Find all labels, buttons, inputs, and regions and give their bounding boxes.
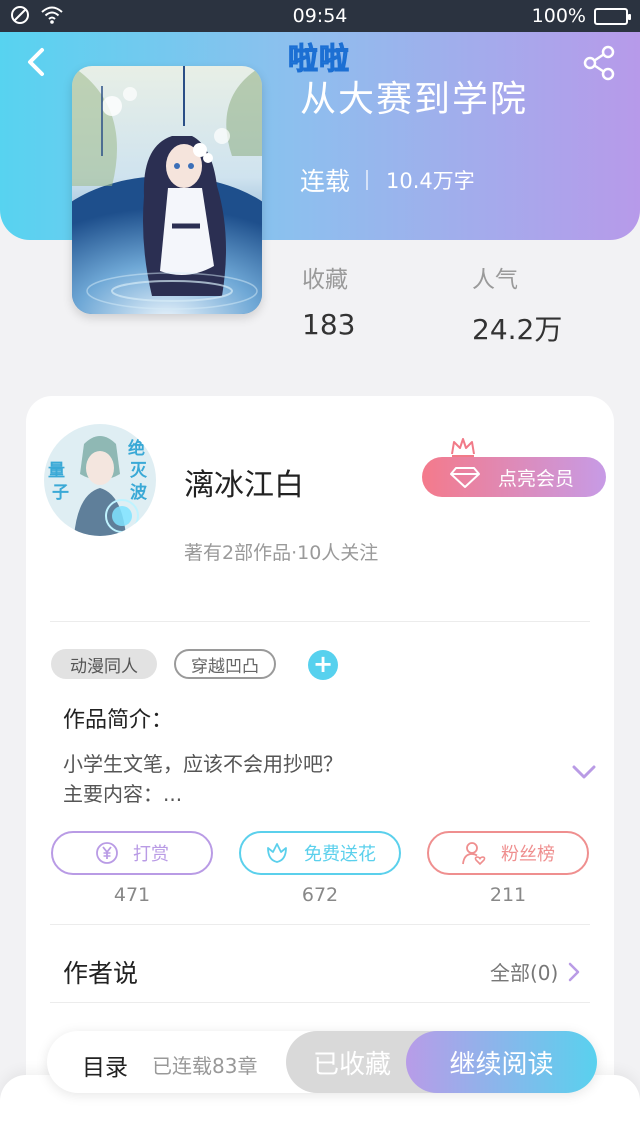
vip-label: 点亮会员 [498,467,575,490]
divider [50,621,590,622]
stat-popularity: 人气 24.2万 [472,260,562,348]
avatar-glyph: 灭 [129,461,148,481]
avatar-illustration: 绝 灭 波 量 子 [44,424,156,536]
see-all-label: 全部(0) [490,961,559,985]
meta-divider [366,170,369,190]
stat-favorites: 收藏 183 [302,260,355,341]
author-say-title: 作者说 [63,959,139,988]
favorited-label: 已收藏 [312,1049,391,1080]
chevron-down-icon[interactable] [572,764,596,780]
book-title: 从大赛到学院 [300,79,529,120]
reward-label: 打赏 [133,844,169,865]
reward-button[interactable]: 打赏 [51,831,213,875]
stat-label: 收藏 [302,267,348,293]
author-avatar[interactable]: 绝 灭 波 量 子 [44,424,156,536]
chevron-right-icon [569,962,580,981]
fan-ranking-button[interactable]: 粉丝榜 [427,831,589,875]
intro-title: 作品简介： [63,708,174,733]
author-name[interactable]: 漓冰江白 [184,460,304,504]
vip-button[interactable]: 点亮会员 [422,457,606,497]
add-tag-icon[interactable]: + [308,650,338,680]
intro-line: 主要内容：... [63,782,183,806]
divider [50,1002,590,1003]
stat-value: 183 [302,308,356,341]
divider [50,924,590,925]
serial-status: 连载 [300,167,351,196]
word-count: 10.4万字 [386,169,475,193]
avatar-glyph: 量 [48,460,65,481]
reward-count: 471 [113,884,151,906]
tag-item[interactable]: 穿越凹凸 [174,649,276,679]
book-cover[interactable] [72,66,262,314]
diamond-icon [450,467,480,488]
cover-illustration [72,66,262,314]
battery-percent: 100% [531,5,586,27]
share-icon[interactable] [582,44,616,82]
back-icon[interactable] [20,42,52,82]
stat-label: 人气 [472,267,518,293]
avatar-glyph: 波 [130,482,148,503]
crown-icon [451,438,475,457]
flower-icon [267,843,287,863]
fan-count: 211 [489,884,527,906]
fan-ranking-label: 粉丝榜 [501,844,555,865]
intro-line: 小学生文笔，应该不会用抄吧？ [63,752,343,776]
send-flower-label: 免费送花 [304,844,376,865]
yen-icon [96,842,118,864]
send-flower-button[interactable]: 免费送花 [239,831,401,875]
continue-reading-label: 继续阅读 [449,1049,554,1080]
tag-item[interactable]: 动漫同人 [51,649,157,679]
continue-reading-button[interactable]: 继续阅读 [406,1031,597,1093]
see-all-link[interactable]: 全部(0) [490,957,580,986]
battery-icon [594,7,631,25]
status-bar: 09:54 100% [0,0,640,32]
book-meta: 连载 10.4万字 [300,162,475,198]
avatar-glyph: 子 [52,483,69,503]
stat-value: 24.2万 [472,313,563,346]
user-heart-icon [462,842,486,866]
author-info: 著有2部作品·10人关注 [184,542,379,564]
chapter-count: 已连载83章 [152,1054,258,1078]
toc-button[interactable]: 目录 [82,1048,128,1082]
flower-count: 672 [301,884,339,906]
